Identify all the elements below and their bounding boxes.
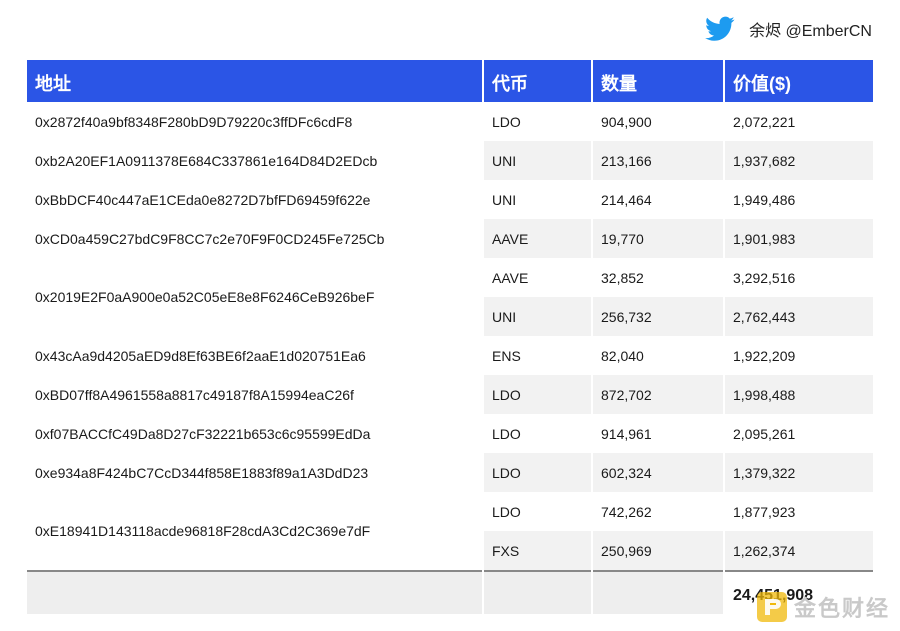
table-row: 0xe934a8F424bC7CcD344f858E1883f89a1A3DdD… [27, 453, 873, 492]
address-cell: 0xb2A20EF1A0911378E684C337861e164D84D2ED… [27, 141, 484, 180]
address-cell: 0x43cAa9d4205aED9d8Ef63BE6f2aaE1d020751E… [27, 336, 484, 375]
amount-cell: 82,040 [592, 336, 725, 375]
table-row: 0xf07BACCfC49Da8D27cF32221b653c6c95599Ed… [27, 414, 873, 453]
author-handle: 余烬 @EmberCN [749, 23, 872, 40]
twitter-bird-icon [705, 16, 735, 41]
value-cell: 1,937,682 [724, 141, 873, 180]
amount-cell: 914,961 [592, 414, 725, 453]
token-cell: LDO [483, 414, 593, 453]
table-row: 0x2872f40a9bf8348F280bD9D79220c3ffDFc6cd… [27, 102, 873, 141]
amount-cell: 213,166 [592, 141, 725, 180]
token-cell: LDO [483, 453, 593, 492]
value-cell: 3,292,516 [733, 269, 796, 286]
value-cell: 1,379,322 [724, 453, 873, 492]
value-cell: 1,949,486 [733, 191, 796, 208]
value-cell: 2,762,443 [724, 297, 873, 336]
column-header-value: 价值($) [724, 60, 873, 102]
total-empty-cell [592, 570, 725, 614]
amount-cell: 256,732 [592, 297, 725, 336]
token-cell: LDO [483, 492, 593, 531]
address-cell: 0xE18941D143118acde96818F28cdA3Cd2C369e7… [27, 492, 484, 571]
total-empty-cell [27, 570, 484, 614]
column-header-address: 地址 [27, 60, 484, 102]
token-cell: UNI [483, 297, 593, 336]
amount-cell: 602,324 [592, 453, 725, 492]
amount-cell: 742,262 [592, 492, 725, 531]
total-row: 24,451,908 [27, 570, 873, 614]
value-cell: 1,877,923 [733, 503, 796, 520]
table-row: 0xCD0a459C27bdC9F8CC7c2e70F9F0CD245Fe725… [27, 219, 873, 258]
value-cell: 2,095,261 [733, 425, 796, 442]
address-cell: 0x2872f40a9bf8348F280bD9D79220c3ffDFc6cd… [27, 102, 484, 141]
table-row: 0xBD07ff8A4961558a8817c49187f8A15994eaC2… [27, 375, 873, 414]
table-header-row: 地址 代币 数量 价值($) [27, 60, 873, 102]
table-row: 0x43cAa9d4205aED9d8Ef63BE6f2aaE1d020751E… [27, 336, 873, 375]
amount-cell: 19,770 [592, 219, 725, 258]
table-row: 0x2019E2F0aA900e0a52C05eE8e8F6246CeB926b… [27, 258, 873, 336]
address-cell: 0x2019E2F0aA900e0a52C05eE8e8F6246CeB926b… [27, 258, 484, 336]
token-cell: UNI [483, 180, 593, 219]
address-cell: 0xf07BACCfC49Da8D27cF32221b653c6c95599Ed… [27, 414, 484, 453]
column-header-token: 代币 [483, 60, 593, 102]
author-credit: 余烬 @EmberCN [705, 14, 872, 44]
total-empty-cell [483, 570, 593, 614]
column-header-amount: 数量 [592, 60, 725, 102]
table-row: 0xBbDCF40c447aE1CEda0e8272D7bfFD69459f62… [27, 180, 873, 219]
address-cell: 0xCD0a459C27bdC9F8CC7c2e70F9F0CD245Fe725… [27, 219, 484, 258]
amount-cell: 214,464 [592, 180, 725, 219]
table-row: 0xb2A20EF1A0911378E684C337861e164D84D2ED… [27, 141, 873, 180]
watermark-text: 金色财经 [793, 596, 890, 621]
amount-cell: 904,900 [592, 102, 725, 141]
value-cell: 1,262,374 [724, 531, 873, 571]
token-cell: ENS [483, 336, 593, 375]
address-cell: 0xBbDCF40c447aE1CEda0e8272D7bfFD69459f62… [27, 180, 484, 219]
token-cell: LDO [483, 375, 593, 414]
amount-cell: 250,969 [592, 531, 725, 571]
token-cell: AAVE [483, 258, 593, 297]
watermark: 金色财经 [756, 591, 890, 623]
amount-cell: 32,852 [592, 258, 725, 297]
token-cell: FXS [483, 531, 593, 571]
value-cell: 1,922,209 [733, 347, 796, 364]
token-cell: AAVE [483, 219, 593, 258]
address-cell: 0xe934a8F424bC7CcD344f858E1883f89a1A3DdD… [27, 453, 484, 492]
value-cell: 1,901,983 [724, 219, 873, 258]
token-cell: LDO [483, 102, 593, 141]
jinse-logo-icon [756, 592, 787, 622]
value-cell: 2,072,221 [733, 113, 796, 130]
value-cell: 1,998,488 [724, 375, 873, 414]
address-cell: 0xBD07ff8A4961558a8817c49187f8A15994eaC2… [27, 375, 484, 414]
table-row: 0xE18941D143118acde96818F28cdA3Cd2C369e7… [27, 492, 873, 571]
amount-cell: 872,702 [592, 375, 725, 414]
holdings-table: 地址 代币 数量 价值($) 0x2872f40a9bf8348F280bD9D… [27, 60, 873, 614]
token-cell: UNI [483, 141, 593, 180]
